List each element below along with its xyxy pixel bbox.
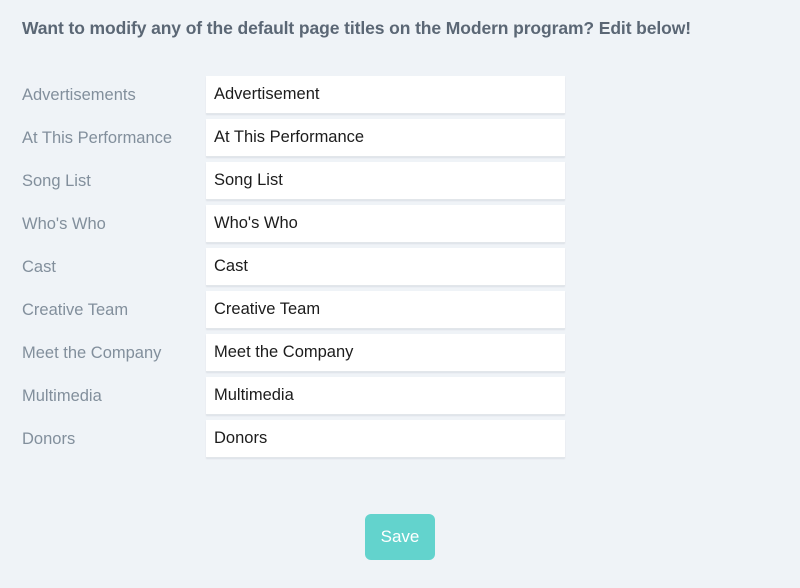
page-title-input-meet-the-company[interactable] [206, 334, 565, 372]
row-label-song-list: Song List [22, 172, 91, 190]
form-row: At This Performance [0, 119, 800, 157]
page-title-input-at-this-performance[interactable] [206, 119, 565, 157]
row-input-wrapper [206, 76, 565, 114]
row-label-at-this-performance: At This Performance [22, 129, 173, 147]
row-label-cast: Cast [22, 258, 56, 276]
row-label-multimedia: Multimedia [22, 387, 102, 405]
save-button[interactable]: Save [365, 514, 435, 560]
row-input-wrapper [206, 248, 565, 286]
page-title-input-multimedia[interactable] [206, 377, 565, 415]
form-row: Creative Team [0, 291, 800, 329]
row-input-wrapper [206, 119, 565, 157]
save-button-container: Save [0, 514, 800, 560]
page-title-input-song-list[interactable] [206, 162, 565, 200]
page-title-input-cast[interactable] [206, 248, 565, 286]
row-label-whos-who: Who's Who [22, 215, 106, 233]
page-title-input-advertisements[interactable] [206, 76, 565, 114]
page-container: Want to modify any of the default page t… [0, 0, 800, 588]
form-row: Who's Who [0, 205, 800, 243]
row-input-wrapper [206, 334, 565, 372]
row-label-advertisements: Advertisements [22, 86, 136, 104]
form-row: Advertisements [0, 76, 800, 114]
row-label-donors: Donors [22, 430, 76, 448]
row-input-wrapper [206, 420, 565, 458]
page-title-input-whos-who[interactable] [206, 205, 565, 243]
form-row: Cast [0, 248, 800, 286]
page-title-input-creative-team[interactable] [206, 291, 565, 329]
form-row: Meet the Company [0, 334, 800, 372]
row-label-creative-team: Creative Team [22, 301, 129, 319]
form-row: Multimedia [0, 377, 800, 415]
row-input-wrapper [206, 377, 565, 415]
page-title: Want to modify any of the default page t… [22, 18, 691, 38]
row-label-meet-the-company: Meet the Company [22, 344, 162, 362]
row-input-wrapper [206, 291, 565, 329]
form-row: Song List [0, 162, 800, 200]
form-row: Donors [0, 420, 800, 458]
page-title-input-donors[interactable] [206, 420, 565, 458]
row-input-wrapper [206, 162, 565, 200]
page-titles-form: Advertisements At This Performance Song … [0, 76, 800, 463]
row-input-wrapper [206, 205, 565, 243]
